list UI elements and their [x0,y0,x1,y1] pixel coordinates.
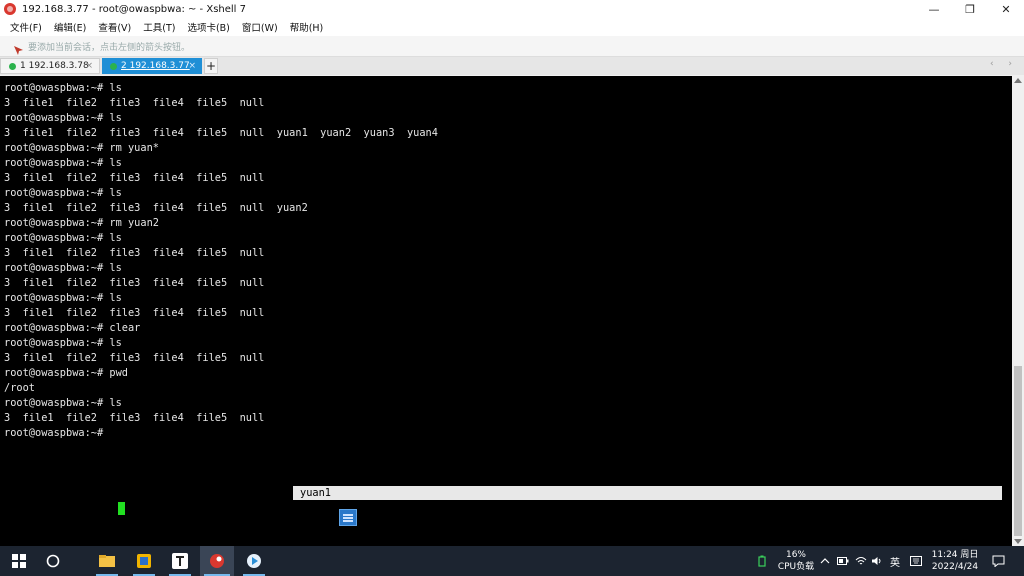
windows-start-icon[interactable] [4,546,34,576]
menu-bar: 文件(F) 编辑(E) 查看(V) 工具(T) 选项卡(B) 窗口(W) 帮助(… [0,18,1024,36]
terminal-line: root@owaspbwa:~# ls [4,157,122,169]
scroll-up-icon[interactable] [1014,78,1022,83]
terminal-output: root@owaspbwa:~# ls 3 file1 file2 file3 f… [4,81,438,441]
tab-session-1[interactable]: 1 192.168.3.78 × [0,58,100,74]
tab-scroll-arrows[interactable]: ‹ › [990,59,1018,69]
terminal-line: root@owaspbwa:~# ls [4,187,122,199]
restore-button[interactable]: ❐ [952,0,988,18]
system-clock[interactable]: 11:24 周日 2022/4/24 [930,549,980,573]
tab-label: 2 192.168.3.77 [121,61,190,71]
tab-label: 1 192.168.3.78 [20,61,89,71]
wifi-icon[interactable] [855,546,867,576]
windows-taskbar: 16% CPU负载 英 11:24 周日 2022/4/24 [0,546,1024,576]
tab-bar: 1 192.168.3.78 × 2 192.168.3.77 × + ‹ › [0,57,1024,75]
terminal-line: root@owaspbwa:~# ls [4,82,122,94]
terminal-line: 3 file1 file2 file3 file4 file5 null [4,412,265,424]
xshell-logo-icon [4,3,16,15]
clock-time: 11:24 周日 [931,550,979,560]
terminal-line: 3 file1 file2 file3 file4 file5 null yua… [4,127,438,139]
terminal-cursor [118,502,125,515]
close-button[interactable]: ✕ [988,0,1024,18]
window-controls: — ❐ ✕ [916,0,1024,18]
battery-saver-icon[interactable] [758,546,766,576]
typora-icon[interactable] [165,546,195,576]
cpu-load-indicator[interactable]: 16% CPU负载 [777,549,815,573]
add-session-arrow-icon[interactable] [13,41,24,55]
menu-file[interactable]: 文件(F) [10,20,42,34]
connected-status-icon [9,62,16,70]
terminal-line: root@owaspbwa:~# ls [4,337,122,349]
menu-help[interactable]: 帮助(H) [290,20,324,34]
menu-tabs[interactable]: 选项卡(B) [187,20,229,34]
terminal-line: root@owaspbwa:~# ls [4,112,122,124]
cpu-label: CPU负载 [777,562,815,572]
terminal-line: 3 file1 file2 file3 file4 file5 null [4,352,265,364]
document-icon[interactable] [339,509,357,526]
cortana-search-icon[interactable] [38,546,68,576]
toolbar-tip-text: 要添加当前会话，点击左侧的箭头按钮。 [28,42,191,53]
add-tab-button[interactable]: + [204,58,218,74]
notification-center-icon[interactable] [992,546,1005,576]
tab-close-icon[interactable]: × [188,61,196,71]
terminal-line: root@owaspbwa:~# [4,427,110,439]
terminal-line: 3 file1 file2 file3 file4 file5 null [4,97,265,109]
menu-window[interactable]: 窗口(W) [242,20,278,34]
terminal-line: 3 file1 file2 file3 file4 file5 null yua… [4,202,308,214]
terminal-line: root@owaspbwa:~# ls [4,262,122,274]
volume-icon[interactable] [871,546,883,576]
show-hidden-icons-chevron-icon[interactable] [820,546,830,576]
connected-status-icon [110,62,117,70]
title-bar: 192.168.3.77 - root@owaspbwa: ~ - Xshell… [0,0,1024,18]
tab-session-2[interactable]: 2 192.168.3.77 × [102,58,202,74]
terminal-scrollbar[interactable] [1012,76,1024,546]
input-method-indicator[interactable]: 英 [890,546,900,576]
xshell-icon[interactable] [200,546,234,576]
terminal-line: 3 file1 file2 file3 file4 file5 null [4,307,265,319]
terminal-line: root@owaspbwa:~# rm yuan2 [4,217,159,229]
scrollbar-thumb[interactable] [1014,366,1022,536]
terminal-line: root@owaspbwa:~# ls [4,232,122,244]
menu-edit[interactable]: 编辑(E) [54,20,86,34]
minimize-button[interactable]: — [916,0,952,18]
terminal-line: /root [4,382,35,394]
ime-keyboard-icon[interactable] [910,546,922,576]
cpu-percent: 16% [785,550,806,560]
menu-view[interactable]: 查看(V) [98,20,131,34]
tab-close-icon[interactable]: × [85,61,93,71]
window-title: 192.168.3.77 - root@owaspbwa: ~ - Xshell… [22,3,246,15]
highlighted-text: yuan1 [300,487,331,499]
scroll-down-icon[interactable] [1014,539,1022,544]
terminal-line: 3 file1 file2 file3 file4 file5 null [4,172,265,184]
terminal-line: 3 file1 file2 file3 file4 file5 null [4,277,265,289]
file-explorer-icon[interactable] [92,546,122,576]
menu-tools[interactable]: 工具(T) [143,20,175,34]
selection-highlight [293,486,1002,500]
terminal-area[interactable]: root@owaspbwa:~# ls 3 file1 file2 file3 f… [0,76,1012,546]
terminal-line: root@owaspbwa:~# rm yuan* [4,142,159,154]
terminal-line: root@owaspbwa:~# ls [4,397,122,409]
app-icon[interactable] [129,546,159,576]
terminal-line: root@owaspbwa:~# ls [4,292,122,304]
terminal-line: root@owaspbwa:~# clear [4,322,141,334]
session-toolbar: 要添加当前会话，点击左侧的箭头按钮。 [0,36,1024,57]
battery-icon[interactable] [837,546,849,576]
terminal-line: root@owaspbwa:~# pwd [4,367,128,379]
clock-date: 2022/4/24 [931,562,979,572]
media-player-icon[interactable] [239,546,269,576]
terminal-line: 3 file1 file2 file3 file4 file5 null [4,247,265,259]
